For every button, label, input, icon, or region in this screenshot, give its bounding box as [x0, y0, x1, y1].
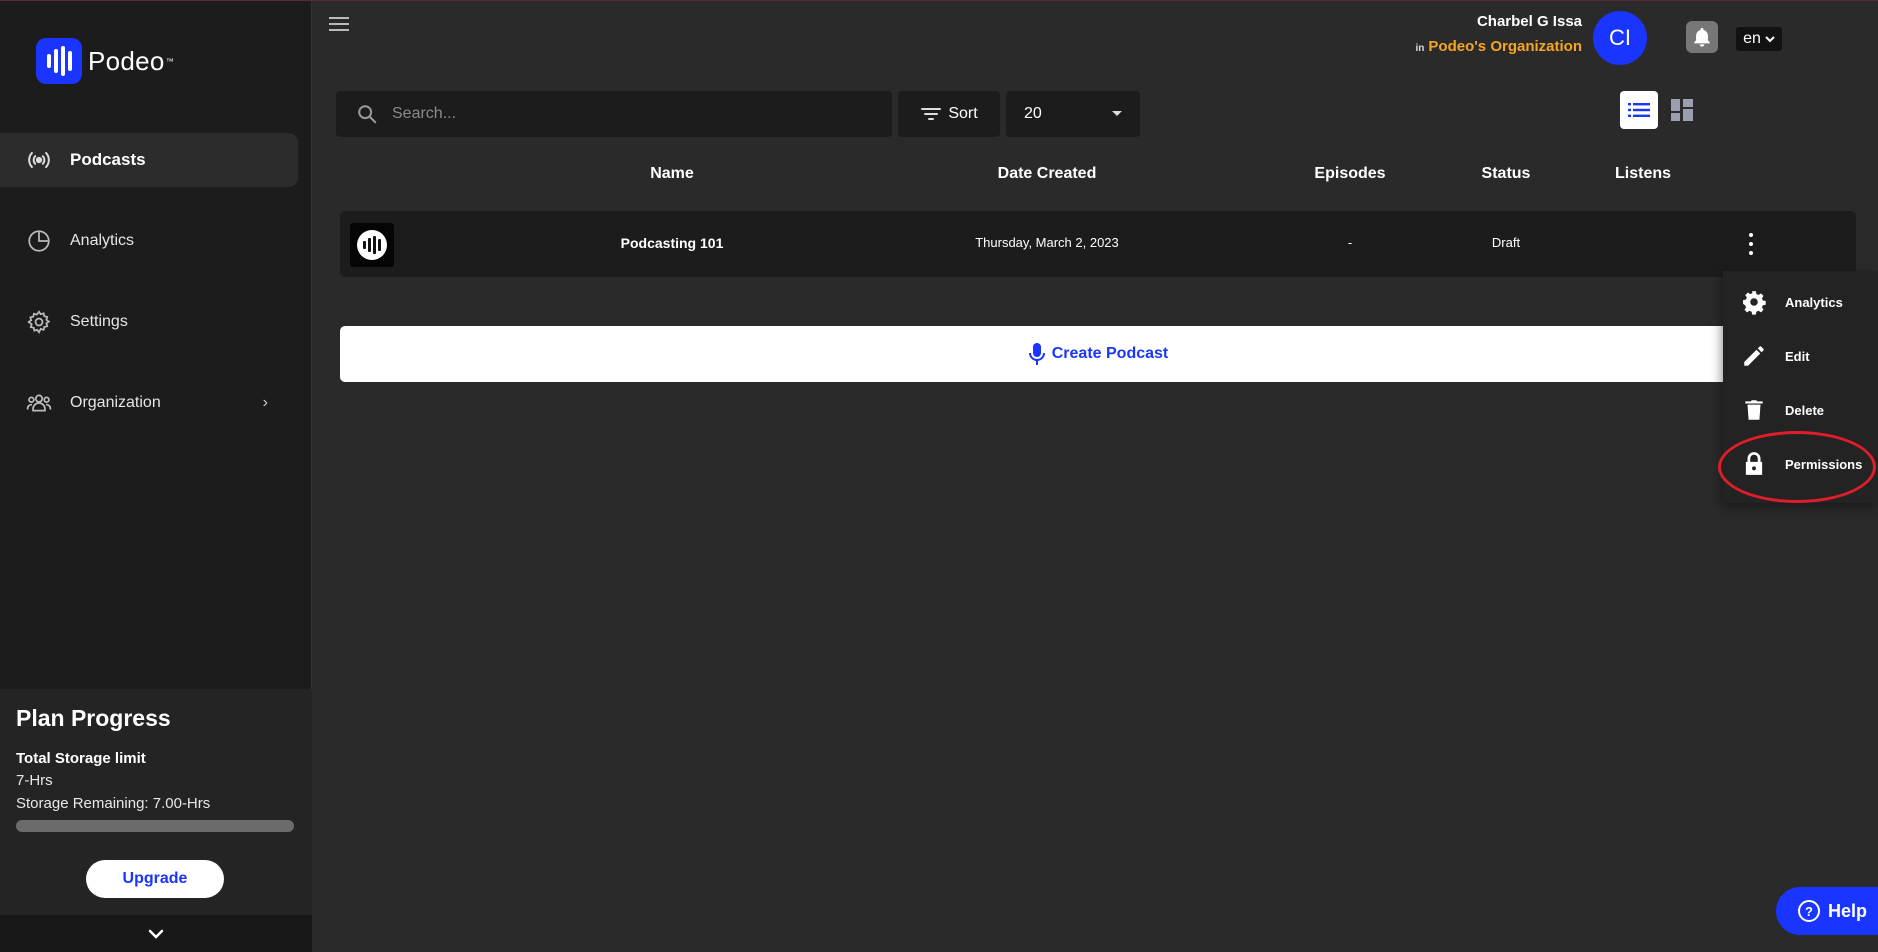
create-podcast-label: Create Podcast: [1051, 345, 1169, 362]
menu-item-label: Analytics: [1785, 294, 1843, 310]
table-row[interactable]: Podcasting 101 Thursday, March 2, 2023 -…: [340, 211, 1856, 277]
storage-limit-value: 7-Hrs: [16, 772, 53, 789]
podeo-logo-icon: [36, 38, 82, 84]
grid-view-button[interactable]: [1663, 91, 1701, 129]
storage-remaining: Storage Remaining: 7.00-Hrs: [16, 795, 211, 812]
sidebar: Podeo ™ Podcasts Analytics Settings Orga…: [0, 1, 312, 952]
people-icon: [26, 394, 52, 412]
plan-progress-panel: Plan Progress Total Storage limit 7-Hrs …: [0, 689, 312, 915]
filter-lines-icon: [921, 108, 942, 120]
chevron-down-icon: [148, 929, 164, 939]
sort-label: Sort: [948, 105, 978, 122]
gear-icon: [27, 310, 51, 334]
pencil-icon: [1744, 346, 1764, 366]
podcast-status: Draft: [1491, 235, 1521, 250]
highlight-annotation-ring: [1718, 431, 1876, 503]
user-name: Charbel G Issa: [1476, 13, 1582, 30]
search-input[interactable]: [392, 105, 872, 123]
podeo-logo[interactable]: Podeo ™: [36, 38, 174, 84]
column-header-status[interactable]: Status: [1482, 165, 1531, 183]
menu-toggle-button[interactable]: [328, 15, 350, 38]
user-organization[interactable]: in Podeo's Organization: [1416, 38, 1582, 55]
row-actions-button[interactable]: [1744, 233, 1758, 255]
trash-icon: [1745, 400, 1763, 420]
create-podcast-button[interactable]: Create Podcast: [340, 326, 1856, 382]
sidebar-item-podcasts[interactable]: Podcasts: [0, 133, 298, 187]
user-info: Charbel G Issa in Podeo's Organization: [1416, 13, 1582, 55]
storage-limit-label: Total Storage limit: [16, 750, 146, 767]
sidebar-nav: Podcasts Analytics Settings Organization…: [0, 133, 298, 457]
podcast-episodes: -: [1347, 235, 1353, 250]
grid-view-icon: [1671, 99, 1693, 121]
chevron-right-icon: ›: [262, 394, 268, 411]
help-button[interactable]: ? Help: [1776, 887, 1878, 935]
gear-icon: [1743, 291, 1766, 315]
sidebar-item-label: Analytics: [70, 232, 135, 249]
column-header-listens[interactable]: Listens: [1615, 165, 1671, 183]
search-icon: [358, 105, 377, 124]
sidebar-collapse-toggle[interactable]: [0, 915, 312, 952]
menu-item-delete[interactable]: Delete: [1723, 390, 1878, 430]
sidebar-item-settings[interactable]: Settings: [0, 295, 298, 349]
column-header-date-created[interactable]: Date Created: [998, 165, 1097, 183]
menu-item-analytics[interactable]: Analytics: [1723, 282, 1878, 322]
search-box: [336, 91, 892, 137]
microphone-icon: [1028, 343, 1045, 365]
list-view-icon: [1628, 103, 1650, 117]
per-page-value: 20: [1024, 105, 1042, 122]
sidebar-item-label: Podcasts: [70, 150, 146, 169]
broadcast-icon: [28, 151, 50, 169]
avatar[interactable]: CI: [1593, 11, 1647, 65]
column-header-name[interactable]: Name: [650, 165, 694, 183]
brand-tm: ™: [165, 56, 174, 66]
notifications-button[interactable]: [1686, 21, 1718, 53]
caret-down-icon: [1112, 111, 1122, 116]
column-header-episodes[interactable]: Episodes: [1314, 165, 1385, 183]
language-select[interactable]: en: [1736, 27, 1782, 51]
sidebar-item-label: Organization: [70, 394, 161, 411]
list-view-button[interactable]: [1620, 91, 1658, 129]
sidebar-item-label: Settings: [70, 313, 128, 330]
menu-item-edit[interactable]: Edit: [1723, 336, 1878, 376]
sidebar-item-analytics[interactable]: Analytics: [0, 214, 298, 268]
storage-progress-bar: [16, 820, 294, 832]
per-page-select[interactable]: 20: [1006, 91, 1140, 137]
hamburger-icon: [329, 17, 349, 31]
menu-item-label: Delete: [1785, 402, 1825, 418]
plan-title: Plan Progress: [16, 705, 171, 731]
question-mark-icon: ?: [1798, 900, 1820, 922]
podcast-date-created: Thursday, March 2, 2023: [975, 235, 1119, 250]
podcast-cover-thumbnail: [350, 223, 394, 267]
language-value: en: [1743, 30, 1761, 47]
brand-name: Podeo: [88, 45, 165, 76]
in-label: in: [1415, 43, 1425, 54]
sort-button[interactable]: Sort: [898, 91, 1000, 137]
sidebar-item-organization[interactable]: Organization ›: [0, 376, 298, 430]
upgrade-button[interactable]: Upgrade: [86, 860, 224, 898]
podcast-name: Podcasting 101: [620, 235, 724, 251]
help-label: Help: [1828, 900, 1868, 921]
pie-chart-icon: [28, 230, 50, 252]
chevron-down-icon: [1765, 36, 1775, 43]
menu-item-label: Edit: [1785, 348, 1810, 364]
organization-name: Podeo's Organization: [1428, 38, 1582, 55]
bell-icon: [1694, 27, 1710, 47]
